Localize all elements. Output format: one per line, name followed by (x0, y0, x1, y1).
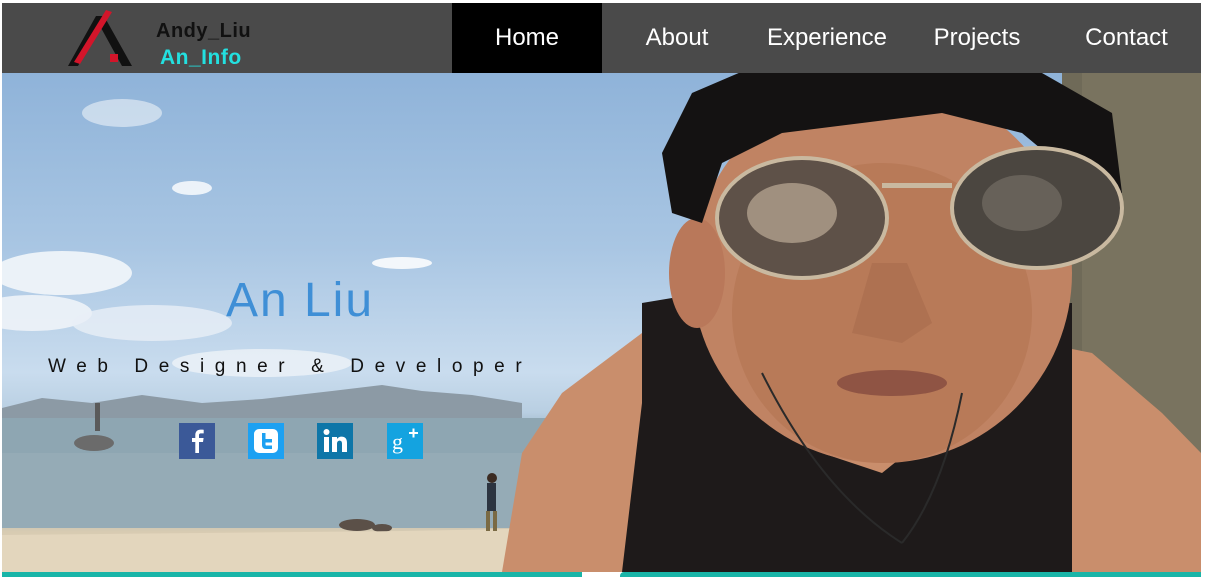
google-plus-link[interactable]: g (387, 423, 423, 459)
svg-text:g: g (392, 429, 403, 454)
google-plus-icon: g (387, 423, 423, 459)
page: Andy_Liu An_Info Home About Experience P… (0, 0, 1206, 577)
bottom-accent-bar-right (620, 572, 1202, 577)
twitter-link[interactable] (248, 423, 284, 459)
linkedin-icon (317, 423, 353, 459)
page-right-edge (1201, 0, 1206, 577)
logo-a-icon (68, 10, 132, 66)
brand-logo[interactable]: Andy_Liu An_Info (66, 8, 266, 70)
hero-banner: An Liu Web Designer & Developer g (2, 73, 1201, 572)
nav-home[interactable]: Home (452, 3, 602, 73)
facebook-icon (179, 423, 215, 459)
nav-experience[interactable]: Experience (752, 3, 902, 73)
hero-job-title: Web Designer & Developer (48, 356, 533, 377)
nav-about[interactable]: About (602, 3, 752, 73)
top-navbar: Andy_Liu An_Info Home About Experience P… (2, 3, 1201, 73)
facebook-link[interactable] (179, 423, 215, 459)
brand-name: Andy_Liu (156, 20, 252, 42)
hero-name: An Liu (225, 274, 375, 327)
brand-subtitle: An_Info (160, 46, 242, 69)
twitter-icon (248, 423, 284, 459)
bottom-accent-bar-left (2, 572, 582, 577)
linkedin-link[interactable] (317, 423, 353, 459)
nav-contact[interactable]: Contact (1052, 3, 1201, 73)
nav-projects[interactable]: Projects (902, 3, 1052, 73)
